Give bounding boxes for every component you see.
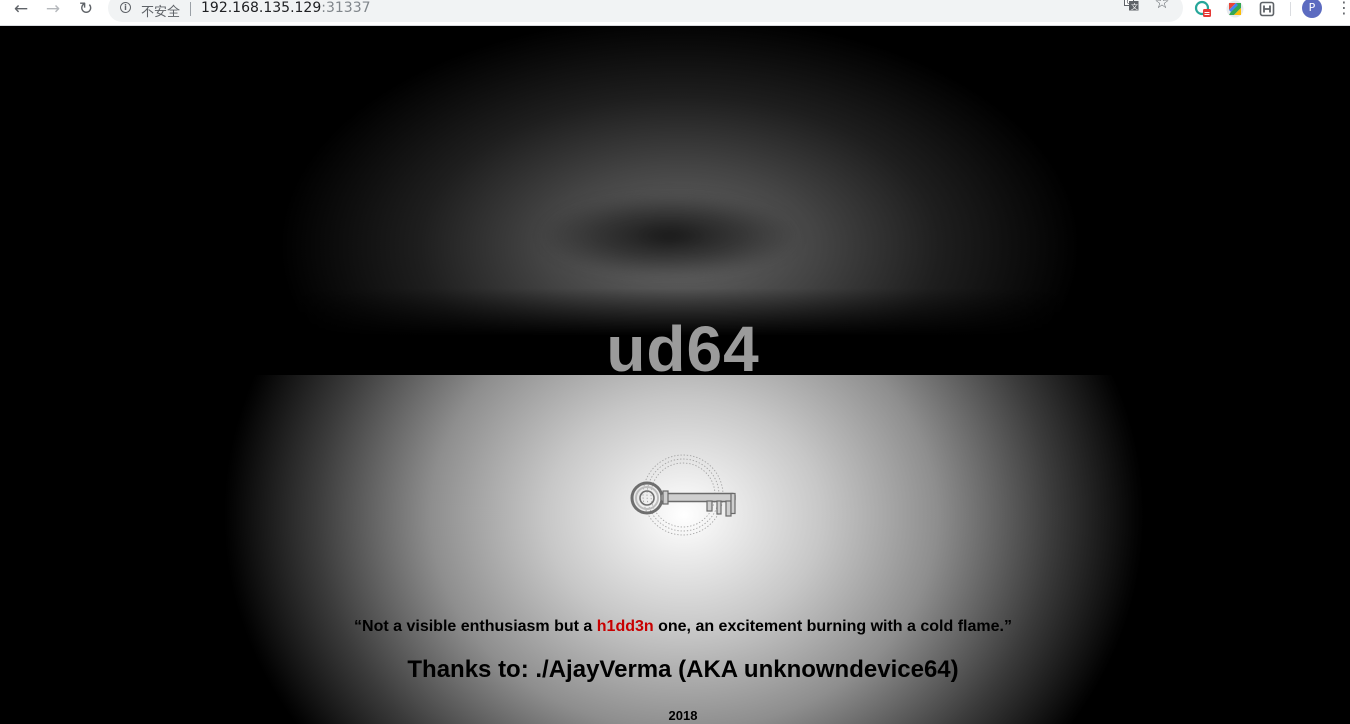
credits-text: Thanks to: ./AjayVerma (AKA unknowndevic…: [407, 656, 959, 683]
browser-toolbar: ← → ↻ i 不安全 192.168.135.129:31337 G 文 ☆: [0, 0, 1350, 26]
quote-start: “Not a visible enthusiasm but a: [354, 618, 597, 635]
year-text: 2018: [668, 708, 698, 723]
profile-avatar[interactable]: P: [1302, 0, 1322, 18]
more-vert-icon[interactable]: ⋮: [1336, 0, 1350, 18]
reload-icon[interactable]: ↻: [73, 0, 99, 18]
url-separator: [190, 2, 191, 16]
translate-icon[interactable]: G 文: [1122, 0, 1140, 12]
back-arrow-icon[interactable]: ←: [8, 0, 34, 18]
url-port: :31337: [321, 0, 371, 16]
quote-highlight: h1dd3n: [596, 618, 654, 635]
background-blurred-shape: [540, 191, 800, 276]
forward-arrow-icon[interactable]: →: [40, 0, 66, 18]
page-title: ud64: [606, 313, 760, 385]
address-bar[interactable]: i 不安全 192.168.135.129:31337 G 文 ☆: [108, 0, 1183, 22]
svg-text:文: 文: [1131, 2, 1138, 11]
security-label[interactable]: 不安全: [141, 1, 180, 20]
url-host: 192.168.135.129: [201, 0, 322, 16]
page-viewport: ud64 “Not a visible enthusiasm but a h1d…: [0, 26, 1350, 724]
key-icon: [627, 451, 739, 543]
quote-text: “Not a visible enthusiasm but a h1dd3n o…: [0, 618, 1350, 636]
extension-icon-blue[interactable]: [1194, 0, 1212, 18]
star-icon[interactable]: ☆: [1153, 0, 1171, 13]
quote-end: one, an excitement burning with a cold f…: [653, 618, 1012, 635]
url-text[interactable]: 192.168.135.129:31337: [201, 0, 371, 16]
toolbar-divider: [1290, 2, 1291, 16]
extension-icon-colorful[interactable]: [1226, 0, 1244, 18]
extension-icon-h[interactable]: [1258, 0, 1276, 18]
info-icon[interactable]: i: [120, 2, 131, 13]
